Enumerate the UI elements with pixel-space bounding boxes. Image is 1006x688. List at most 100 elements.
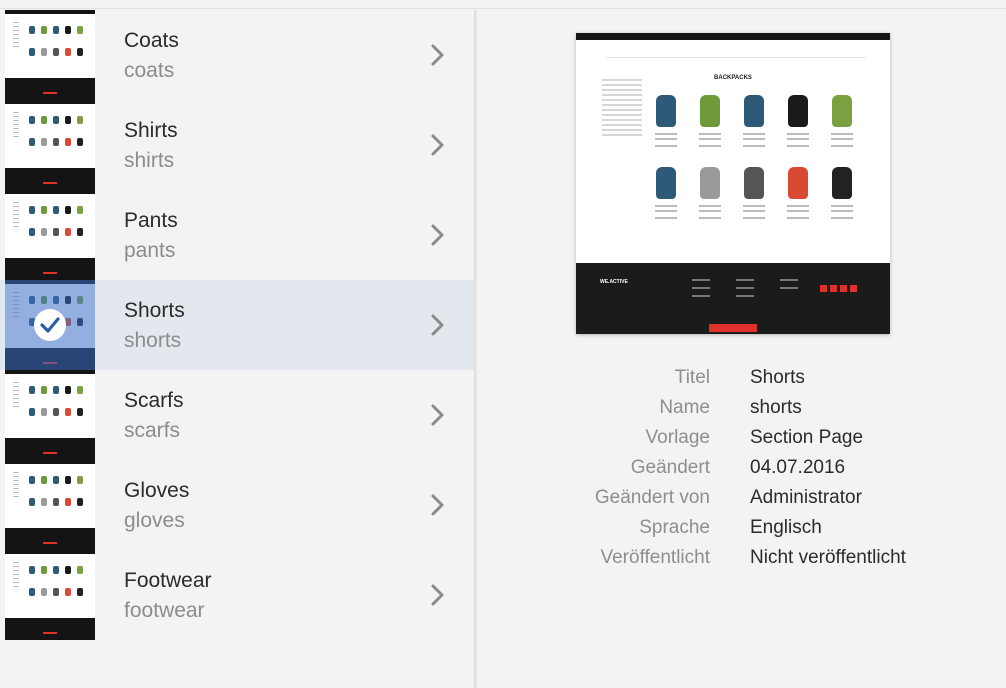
thumbnail-text-line (13, 214, 19, 215)
top-border (0, 0, 1006, 9)
thumbnail-product (65, 138, 71, 146)
thumbnail-product (77, 408, 83, 416)
thumbnail-product (77, 588, 83, 596)
list-item-title: Gloves (124, 479, 190, 502)
chevron-right-icon[interactable] (430, 223, 446, 252)
page-thumbnail (5, 280, 95, 370)
list-item-name: pants (124, 239, 176, 262)
thumbnail-product (77, 26, 83, 34)
thumbnail-footer (5, 528, 95, 550)
thumbnail-product (77, 498, 83, 506)
thumbnail-product (53, 26, 59, 34)
chevron-right-icon[interactable] (430, 493, 446, 522)
property-value: Nicht veröffentlicht (750, 547, 906, 568)
page-thumbnail (5, 100, 95, 190)
list-item[interactable]: Gloves gloves (0, 460, 474, 550)
thumbnail-text-line (13, 30, 19, 31)
preview-footer-link (780, 279, 798, 281)
preview-filter-line (602, 99, 642, 101)
thumbnail-product (41, 588, 47, 596)
preview-product-image (700, 167, 720, 199)
preview-footer-link (780, 287, 798, 289)
preview-filter-line (602, 114, 642, 116)
preview-product-label (655, 210, 677, 212)
preview-product-image (832, 167, 852, 199)
thumbnail-product (53, 116, 59, 124)
thumbnail-product (53, 138, 59, 146)
preview-product-label (655, 217, 677, 219)
thumbnail-text-line (13, 582, 19, 583)
thumbnail-product (65, 26, 71, 34)
preview-product-image (656, 95, 676, 127)
thumbnail-text-line (13, 22, 19, 23)
preview-product-label (787, 138, 809, 140)
thumbnail-text-line (13, 566, 19, 567)
thumbnail-product (77, 476, 83, 484)
chevron-right-icon[interactable] (430, 43, 446, 72)
thumbnail-product (53, 498, 59, 506)
thumbnail-text-line (13, 570, 19, 571)
preview-filter-line (602, 134, 642, 136)
thumbnail-text-line (13, 136, 19, 137)
list-item-title: Pants (124, 209, 178, 232)
preview-filter-line (602, 79, 642, 81)
chevron-right-icon[interactable] (430, 403, 446, 432)
list-item-name: scarfs (124, 419, 181, 442)
thumbnail-text-line (13, 112, 19, 113)
property-label: Geändert von (594, 487, 710, 508)
list-item[interactable]: Pants pants (0, 190, 474, 280)
thumbnail-product (65, 498, 71, 506)
preview-social-icon (820, 285, 827, 292)
property-label: Vorlage (645, 427, 710, 448)
preview-product-label (743, 205, 765, 207)
preview-filter-line (602, 94, 642, 96)
preview-footer: WE.ACTIVE (576, 263, 890, 334)
preview-product-label (699, 205, 721, 207)
thumbnail-text-line (13, 116, 19, 117)
preview-filter-line (602, 109, 642, 111)
preview-product-image (700, 95, 720, 127)
column-divider (474, 10, 477, 688)
list-item-selected[interactable]: Shorts shorts (0, 280, 474, 370)
property-value: Administrator (750, 487, 862, 508)
thumbnail-text-line (13, 218, 19, 219)
property-label: Geändert (630, 457, 710, 478)
thumbnail-header (5, 370, 95, 374)
thumbnail-product (65, 588, 71, 596)
thumbnail-text-line (13, 382, 19, 383)
list-item-title: Coats (124, 29, 179, 52)
chevron-right-icon[interactable] (430, 583, 446, 612)
list-item-name: gloves (124, 509, 185, 532)
thumbnail-product (65, 408, 71, 416)
preview-filter-line (602, 119, 642, 121)
preview-product-label (743, 138, 765, 140)
thumbnail-product (29, 476, 35, 484)
preview-filter-line (602, 124, 642, 126)
preview-product-label (655, 145, 677, 147)
thumbnail-product (41, 386, 47, 394)
thumbnail-product (77, 386, 83, 394)
preview-product-label (743, 145, 765, 147)
thumbnail-product (65, 566, 71, 574)
thumbnail-product (29, 588, 35, 596)
thumbnail-text-line (13, 484, 19, 485)
preview-back-to-top (709, 324, 757, 332)
page-thumbnail (5, 550, 95, 640)
chevron-right-icon[interactable] (430, 133, 446, 162)
list-item[interactable]: Coats coats (0, 10, 474, 100)
thumbnail-text-line (13, 398, 19, 399)
thumbnail-product (29, 48, 35, 56)
list-item[interactable]: Shirts shirts (0, 100, 474, 190)
thumbnail-text-line (13, 128, 19, 129)
preview-product-image (656, 167, 676, 199)
thumbnail-product (65, 206, 71, 214)
list-item[interactable]: Scarfs scarfs (0, 370, 474, 460)
list-item-name: footwear (124, 599, 205, 622)
chevron-right-icon[interactable] (430, 313, 446, 342)
preview-product-label (655, 133, 677, 135)
list-item[interactable]: Footwear footwear (0, 550, 474, 640)
property-row: Veröffentlicht Nicht veröffentlicht (540, 546, 1000, 576)
thumbnail-product (41, 138, 47, 146)
thumbnail-product (41, 476, 47, 484)
preview-product-label (743, 217, 765, 219)
